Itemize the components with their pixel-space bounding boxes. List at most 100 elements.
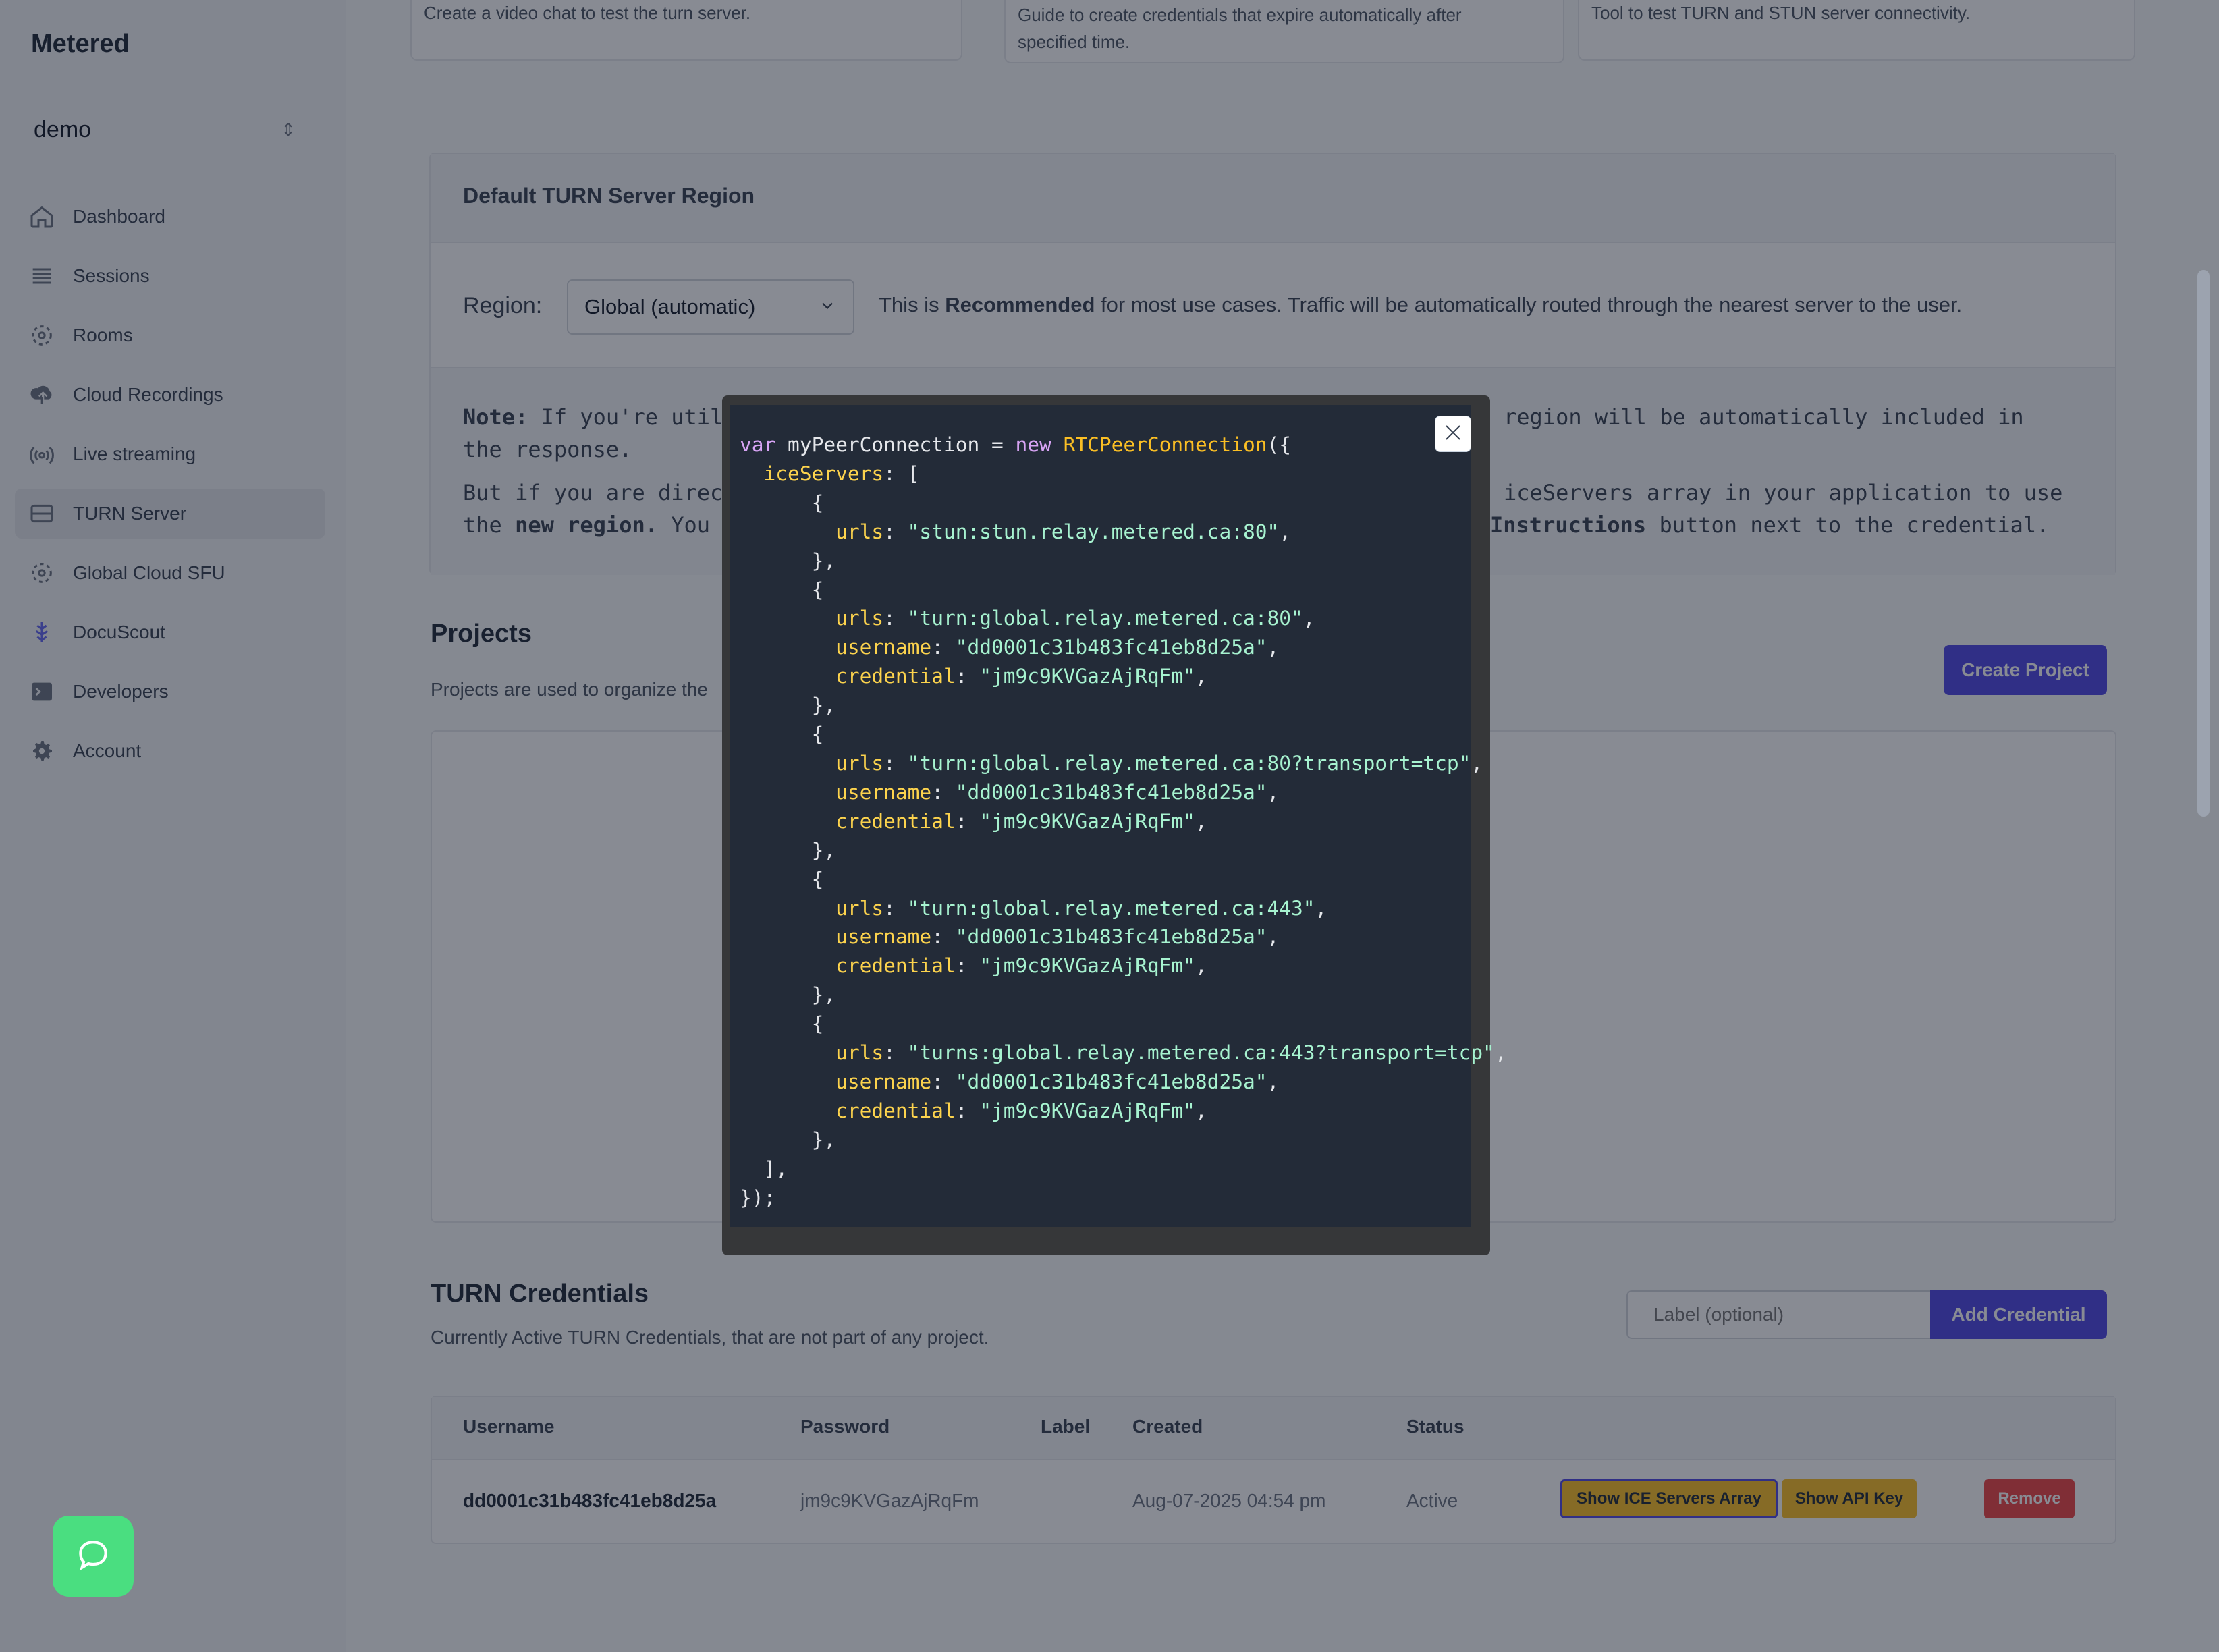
code-token: urls — [835, 1041, 884, 1065]
code-line: urls: "turn:global.relay.metered.ca:443"… — [740, 894, 1462, 923]
code-token: : — [883, 896, 908, 920]
code-line: username: "dd0001c31b483fc41eb8d25a", — [740, 1068, 1462, 1097]
code-token: iceServers — [763, 462, 884, 485]
code-token: : — [955, 1099, 980, 1122]
code-line: credential: "jm9c9KVGazAjRqFm", — [740, 1097, 1462, 1126]
code-token: : — [883, 607, 908, 630]
code-token: , — [1195, 1099, 1207, 1122]
code-token: , — [1279, 520, 1292, 543]
code-line: credential: "jm9c9KVGazAjRqFm", — [740, 662, 1462, 691]
code-token: "dd0001c31b483fc41eb8d25a" — [955, 780, 1267, 804]
code-token: myPeerConnection = — [775, 433, 1016, 456]
code-token: "turn:global.relay.metered.ca:80" — [907, 607, 1303, 630]
code-line: }, — [740, 691, 1462, 720]
page-scrollbar[interactable] — [2197, 270, 2210, 817]
code-token: : [ — [883, 462, 920, 485]
code-token: { — [740, 491, 824, 514]
close-modal-button[interactable] — [1435, 416, 1471, 452]
code-token: urls — [835, 607, 884, 630]
code-token: username — [835, 780, 932, 804]
code-token: }, — [740, 549, 836, 572]
code-token: credential — [835, 665, 956, 688]
code-token: : — [883, 1041, 908, 1065]
code-token: "dd0001c31b483fc41eb8d25a" — [955, 1070, 1267, 1093]
code-line: urls: "stun:stun.relay.metered.ca:80", — [740, 518, 1462, 547]
code-line: { — [740, 720, 1462, 749]
code-line: iceServers: [ — [740, 460, 1462, 489]
close-icon — [1443, 422, 1463, 446]
code-token: ], — [740, 1157, 788, 1180]
code-token: , — [1267, 925, 1280, 949]
code-line: urls: "turn:global.relay.metered.ca:80?t… — [740, 749, 1483, 778]
code-token: urls — [835, 751, 884, 775]
code-token: "stun:stun.relay.metered.ca:80" — [907, 520, 1280, 543]
code-line: var myPeerConnection = new RTCPeerConnec… — [740, 431, 1462, 460]
code-token: "turn:global.relay.metered.ca:80?transpo… — [907, 751, 1471, 775]
code-token: var — [740, 433, 776, 456]
code-token: }); — [740, 1186, 776, 1209]
code-token: { — [740, 578, 824, 601]
code-line: }, — [740, 836, 1462, 865]
code-line: urls: "turn:global.relay.metered.ca:80", — [740, 604, 1462, 633]
code-line: username: "dd0001c31b483fc41eb8d25a", — [740, 923, 1462, 952]
code-token: : — [931, 925, 956, 949]
code-token: "jm9c9KVGazAjRqFm" — [979, 954, 1195, 978]
code-token: , — [1267, 636, 1280, 659]
code-token: credential — [835, 809, 956, 833]
code-token: { — [740, 867, 824, 891]
code-token: }, — [740, 838, 836, 862]
code-token: , — [1267, 780, 1280, 804]
code-token: : — [931, 780, 956, 804]
code-token: : — [955, 809, 980, 833]
code-token: { — [740, 1012, 824, 1036]
code-token: ({ — [1267, 433, 1292, 456]
code-token: username — [835, 636, 932, 659]
code-token: }, — [740, 1128, 836, 1151]
code-token: credential — [835, 1099, 956, 1122]
code-token: : — [883, 520, 908, 543]
code-token: urls — [835, 896, 884, 920]
code-line: credential: "jm9c9KVGazAjRqFm", — [740, 952, 1462, 981]
code-token: , — [1195, 809, 1207, 833]
code-token: }, — [740, 983, 836, 1007]
code-line: { — [740, 865, 1462, 894]
code-token: , — [1471, 751, 1483, 775]
code-token: "turn:global.relay.metered.ca:443" — [907, 896, 1315, 920]
code-token: { — [740, 723, 824, 746]
code-line: credential: "jm9c9KVGazAjRqFm", — [740, 807, 1462, 836]
code-token: }, — [740, 694, 836, 717]
code-line: { — [740, 576, 1462, 605]
code-content: var myPeerConnection = new RTCPeerConnec… — [730, 405, 1507, 1213]
code-line: ], — [740, 1155, 1462, 1184]
code-line: username: "dd0001c31b483fc41eb8d25a", — [740, 633, 1462, 662]
code-token: new — [1015, 433, 1051, 456]
code-line: }); — [740, 1184, 1462, 1213]
code-token: "jm9c9KVGazAjRqFm" — [979, 1099, 1195, 1122]
code-token: "turns:global.relay.metered.ca:443?trans… — [907, 1041, 1495, 1065]
code-token: username — [835, 1070, 932, 1093]
code-token: , — [1267, 1070, 1280, 1093]
code-token: , — [1315, 896, 1327, 920]
code-line: { — [740, 1010, 1462, 1039]
chat-bubble-icon — [74, 1536, 112, 1577]
code-token: : — [931, 1070, 956, 1093]
code-token: urls — [835, 520, 884, 543]
code-line: username: "dd0001c31b483fc41eb8d25a", — [740, 778, 1462, 807]
code-line: { — [740, 489, 1462, 518]
code-token: username — [835, 925, 932, 949]
code-token: : — [955, 665, 980, 688]
support-chat-button[interactable] — [53, 1516, 134, 1597]
code-token: , — [1303, 607, 1315, 630]
